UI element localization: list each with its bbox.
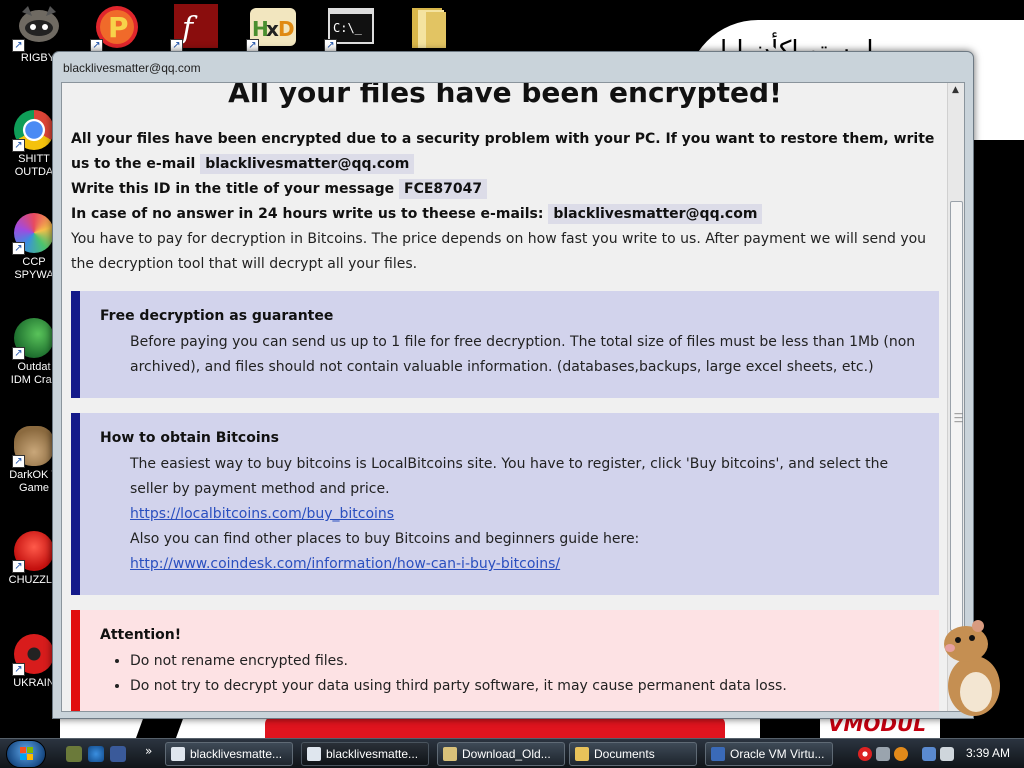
security-alert-icon[interactable] bbox=[858, 747, 872, 761]
money-bag-icon: ↗ bbox=[12, 426, 54, 468]
attention-list: Do not rename encrypted files. Do not tr… bbox=[100, 649, 929, 699]
idm-icon: ↗ bbox=[12, 318, 54, 360]
ccleaner-icon: ↗ bbox=[12, 213, 54, 255]
bitcoins-body: The easiest way to buy bitcoins is Local… bbox=[100, 452, 929, 577]
p-app-icon[interactable]: P ↗ bbox=[90, 4, 142, 52]
attention-item: Do not try to decrypt your data using th… bbox=[130, 674, 929, 699]
quicklaunch-chevron-icon[interactable]: » bbox=[145, 744, 152, 758]
folder-icon bbox=[575, 747, 589, 761]
html-file-icon bbox=[171, 747, 185, 761]
taskbar-button-note-1[interactable]: blacklivesmatte... bbox=[165, 742, 293, 766]
taskbar: » blacklivesmatte... blacklivesmatte... … bbox=[0, 738, 1024, 768]
hxd-icon[interactable]: HxD ↗ bbox=[246, 4, 298, 52]
folder-icon[interactable] bbox=[406, 4, 456, 50]
taskbar-button-label: Oracle VM Virtu... bbox=[730, 747, 825, 761]
volume-icon[interactable] bbox=[940, 747, 954, 761]
attention-box: Attention! Do not rename encrypted files… bbox=[71, 610, 939, 711]
ransom-note-window[interactable]: blacklivesmatter@qq.com All your files h… bbox=[52, 51, 974, 719]
network-icon[interactable] bbox=[922, 747, 936, 761]
taskbar-button-download[interactable]: Download_Old... bbox=[437, 742, 565, 766]
payment-paragraph: You have to pay for decryption in Bitcoi… bbox=[71, 231, 927, 272]
show-desktop-icon[interactable] bbox=[66, 746, 82, 762]
attention-item: Do not rename encrypted files. bbox=[130, 649, 929, 674]
window-content: All your files have been encrypted! All … bbox=[61, 82, 965, 712]
ie-quicklaunch-icon[interactable] bbox=[88, 746, 104, 762]
svg-text:D: D bbox=[278, 17, 295, 41]
radiation-icon: ↗ bbox=[12, 634, 54, 676]
free-decryption-title: Free decryption as guarantee bbox=[100, 308, 334, 324]
search-icon[interactable] bbox=[894, 747, 908, 761]
no-answer-label: In case of no answer in 24 hours write u… bbox=[71, 206, 544, 222]
html-file-icon bbox=[307, 747, 321, 761]
chuzzle-icon: ↗ bbox=[12, 531, 54, 573]
contact-email: blacklivesmatter@qq.com bbox=[200, 154, 415, 174]
taskbar-button-virtualbox[interactable]: Oracle VM Virtu... bbox=[705, 742, 833, 766]
wallpaper-bottom-red bbox=[265, 716, 725, 738]
bitcoins-text-1: The easiest way to buy bitcoins is Local… bbox=[130, 456, 889, 497]
cmd-icon[interactable]: C:\_ ↗ bbox=[324, 4, 376, 52]
wallpaper-shape bbox=[135, 716, 185, 738]
bitcoins-box: How to obtain Bitcoins The easiest way t… bbox=[71, 413, 939, 595]
hamster-image bbox=[936, 618, 1006, 718]
intro-paragraph: All your files have been encrypted due t… bbox=[71, 127, 939, 177]
backup-email-line: In case of no answer in 24 hours write u… bbox=[71, 202, 939, 227]
scroll-up-arrow-icon[interactable]: ▲ bbox=[952, 85, 959, 95]
clock[interactable]: 3:39 AM bbox=[966, 746, 1010, 760]
scroll-thumb[interactable]: — — — bbox=[950, 201, 963, 631]
coindesk-link[interactable]: http://www.coindesk.com/information/how-… bbox=[130, 556, 560, 572]
taskbar-button-label: Download_Old... bbox=[462, 747, 551, 761]
scroll-grip: — — — bbox=[954, 409, 963, 427]
raccoon-app-icon[interactable]: ↗ bbox=[12, 4, 64, 52]
windows-logo-icon bbox=[20, 747, 33, 760]
vertical-scrollbar[interactable]: ▲ — — — bbox=[947, 83, 964, 711]
ie-icon bbox=[443, 747, 457, 761]
virtualbox-icon bbox=[711, 747, 725, 761]
taskbar-button-label: blacklivesmatte... bbox=[190, 747, 283, 761]
free-decryption-box: Free decryption as guarantee Before payi… bbox=[71, 291, 939, 398]
chrome-icon: ↗ bbox=[12, 110, 54, 152]
switch-windows-icon[interactable] bbox=[110, 746, 126, 762]
taskbar-button-label: Documents bbox=[594, 747, 655, 761]
note-heading: All your files have been encrypted! bbox=[228, 82, 782, 109]
window-title: blacklivesmatter@qq.com bbox=[63, 61, 201, 75]
id-line: Write this ID in the title of your messa… bbox=[71, 177, 939, 202]
svg-text:P: P bbox=[108, 11, 129, 44]
victim-id: FCE87047 bbox=[399, 179, 488, 199]
taskbar-button-documents[interactable]: Documents bbox=[569, 742, 697, 766]
bitcoins-title: How to obtain Bitcoins bbox=[100, 430, 279, 446]
wallpaper-shape bbox=[760, 716, 820, 738]
tray-app-icon[interactable] bbox=[876, 747, 890, 761]
free-decryption-text: Before paying you can send us up to 1 fi… bbox=[130, 334, 916, 375]
bitcoins-text-2: Also you can find other places to buy Bi… bbox=[130, 531, 640, 547]
backup-email: blacklivesmatter@qq.com bbox=[548, 204, 763, 224]
taskbar-button-label: blacklivesmatte... bbox=[326, 747, 419, 761]
svg-text:C:\_: C:\_ bbox=[333, 21, 363, 35]
id-label: Write this ID in the title of your messa… bbox=[71, 181, 395, 197]
note-content: All your files have been encrypted! All … bbox=[71, 82, 939, 711]
attention-title: Attention! bbox=[100, 627, 182, 643]
localbitcoins-link[interactable]: https://localbitcoins.com/buy_bitcoins bbox=[130, 506, 394, 522]
flash-icon[interactable]: f ↗ bbox=[170, 4, 222, 52]
start-button[interactable] bbox=[6, 740, 46, 768]
taskbar-button-note-2[interactable]: blacklivesmatte... bbox=[301, 742, 429, 766]
